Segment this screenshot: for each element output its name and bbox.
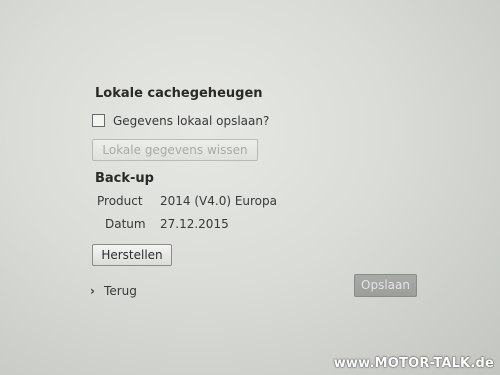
local-cache-heading: Lokale cachegeheugen	[95, 86, 263, 101]
back-link[interactable]: › Terug	[90, 280, 137, 299]
backup-heading: Back-up	[95, 171, 154, 186]
product-value: 2014 (V4.0) Europa	[160, 194, 277, 208]
date-label: Datum	[105, 217, 146, 231]
watermark-logo: www.MOTOR-TALK.de	[333, 356, 494, 371]
back-link-label: Terug	[104, 284, 137, 298]
restore-button[interactable]: Herstellen	[92, 244, 172, 266]
save-locally-label[interactable]: Gegevens lokaal opslaan?	[113, 114, 269, 128]
date-value: 27.12.2015	[160, 217, 229, 231]
save-locally-checkbox[interactable]	[92, 114, 105, 127]
chevron-right-icon: ›	[90, 284, 95, 298]
clear-local-data-button[interactable]: Lokale gegevens wissen	[92, 139, 258, 161]
product-label: Product	[97, 194, 143, 208]
save-button[interactable]: Opslaan	[354, 274, 417, 297]
